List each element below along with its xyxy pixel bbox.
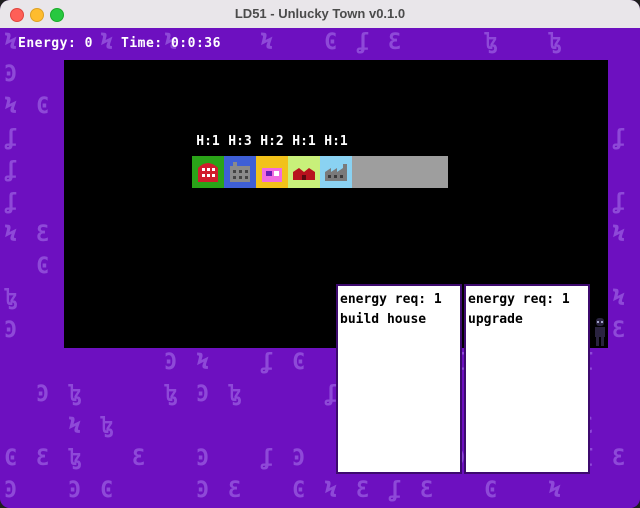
background-glyph: ɮ <box>548 30 562 55</box>
background-glyph: Ϟ <box>548 478 562 503</box>
background-glyph: ɮ <box>100 414 114 439</box>
background-glyph: Ɛ <box>420 478 434 503</box>
background-glyph: Ɛ <box>132 446 146 471</box>
background-glyph: Ͽ <box>4 318 18 343</box>
background-glyph: Ͽ <box>68 478 82 503</box>
background-glyph: Ɛ <box>356 478 370 503</box>
app-window: LD51 - Unlucky Town v0.1.0 ϞϞϞϞϾʆƐɮɮϿƐϾƐ… <box>0 0 640 508</box>
background-glyph: Ͽ <box>196 478 210 503</box>
background-glyph: ʆ <box>4 126 18 151</box>
time-counter: Time: 0:0:36 <box>121 36 221 51</box>
background-glyph: Ϟ <box>4 94 18 119</box>
background-glyph: ɮ <box>228 382 242 407</box>
background-glyph: ʆ <box>260 446 274 471</box>
background-glyph: ʆ <box>4 190 18 215</box>
background-glyph: Ɛ <box>36 446 50 471</box>
background-glyph: Ϟ <box>612 222 626 247</box>
background-glyph: ɮ <box>68 446 82 471</box>
building-health-label: H:3 <box>228 134 252 149</box>
background-glyph: ʆ <box>4 158 18 183</box>
building-slot-4[interactable] <box>288 156 320 188</box>
background-glyph: Ϟ <box>196 350 210 375</box>
background-glyph: Ͽ <box>196 382 210 407</box>
background-glyph: ɮ <box>68 382 82 407</box>
background-glyph: Ͽ <box>36 382 50 407</box>
building-health-label: H:1 <box>324 134 348 149</box>
background-glyph: ʆ <box>388 478 402 503</box>
background-glyph: ʆ <box>260 350 274 375</box>
background-glyph: Ɛ <box>228 478 242 503</box>
game-canvas[interactable]: ϞϞϞϞϾʆƐɮɮϿƐϾƐϾƐƐϞʆϞϾƐɮƐʆɮɮϿϞϿʆƐƐϞʆɮϿɮϾϿʆ… <box>0 28 640 508</box>
background-glyph: Ͽ <box>4 478 18 503</box>
background-glyph: Ͼ <box>100 478 114 503</box>
building-slot-3[interactable] <box>256 156 288 188</box>
background-glyph: Ͼ <box>36 254 50 279</box>
background-glyph: Ϟ <box>612 286 626 311</box>
background-glyph: Ͽ <box>196 446 210 471</box>
background-glyph: Ɛ <box>612 318 626 343</box>
build-house-card[interactable]: energy req: 1 build house <box>336 284 462 474</box>
background-glyph: Ϟ <box>100 30 114 55</box>
upgrade-card[interactable]: energy req: 1 upgrade <box>464 284 590 474</box>
background-glyph: Ͼ <box>292 350 306 375</box>
player-character-icon <box>595 318 605 346</box>
background-glyph: Ϟ <box>4 30 18 55</box>
mill-icon <box>325 164 347 181</box>
background-glyph: Ͼ <box>4 446 18 471</box>
building-slot-1[interactable] <box>192 156 224 188</box>
background-glyph: Ɛ <box>612 446 626 471</box>
background-glyph: Ͽ <box>4 62 18 87</box>
card-action-label: build house <box>340 312 427 327</box>
barn-icon <box>293 168 315 180</box>
background-glyph: Ϟ <box>68 414 82 439</box>
factory-icon <box>230 162 250 182</box>
card-energy-requirement: energy req: 1 <box>340 292 442 307</box>
background-glyph: Ͼ <box>292 478 306 503</box>
background-glyph: ɮ <box>4 286 18 311</box>
background-glyph: Ͽ <box>292 446 306 471</box>
title-bar: LD51 - Unlucky Town v0.1.0 <box>0 0 640 29</box>
card-energy-requirement: energy req: 1 <box>468 292 570 307</box>
background-glyph: ʆ <box>612 126 626 151</box>
shop-icon <box>262 168 282 182</box>
building-slot-5[interactable] <box>320 156 352 188</box>
background-glyph: Ɛ <box>36 222 50 247</box>
card-action-label: upgrade <box>468 312 523 327</box>
background-glyph: Ͼ <box>36 94 50 119</box>
background-glyph: ɮ <box>164 382 178 407</box>
house-icon <box>195 159 221 185</box>
background-glyph: Ϟ <box>260 30 274 55</box>
building-health-label: H:2 <box>260 134 284 149</box>
background-glyph: Ϟ <box>324 478 338 503</box>
energy-counter: Energy: 0 <box>18 36 93 51</box>
empty-building-slots[interactable] <box>352 156 448 188</box>
building-health-label: H:1 <box>292 134 316 149</box>
window-title: LD51 - Unlucky Town v0.1.0 <box>234 6 406 21</box>
background-glyph: Ɛ <box>388 30 402 55</box>
background-glyph: Ͼ <box>484 478 498 503</box>
building-health-label: H:1 <box>196 134 220 149</box>
background-glyph: Ͽ <box>164 350 178 375</box>
background-glyph: ʆ <box>612 190 626 215</box>
background-glyph: Ͼ <box>324 30 338 55</box>
building-slot-2[interactable] <box>224 156 256 188</box>
background-glyph: ɮ <box>484 30 498 55</box>
background-glyph: Ϟ <box>4 222 18 247</box>
background-glyph: ʆ <box>356 30 370 55</box>
